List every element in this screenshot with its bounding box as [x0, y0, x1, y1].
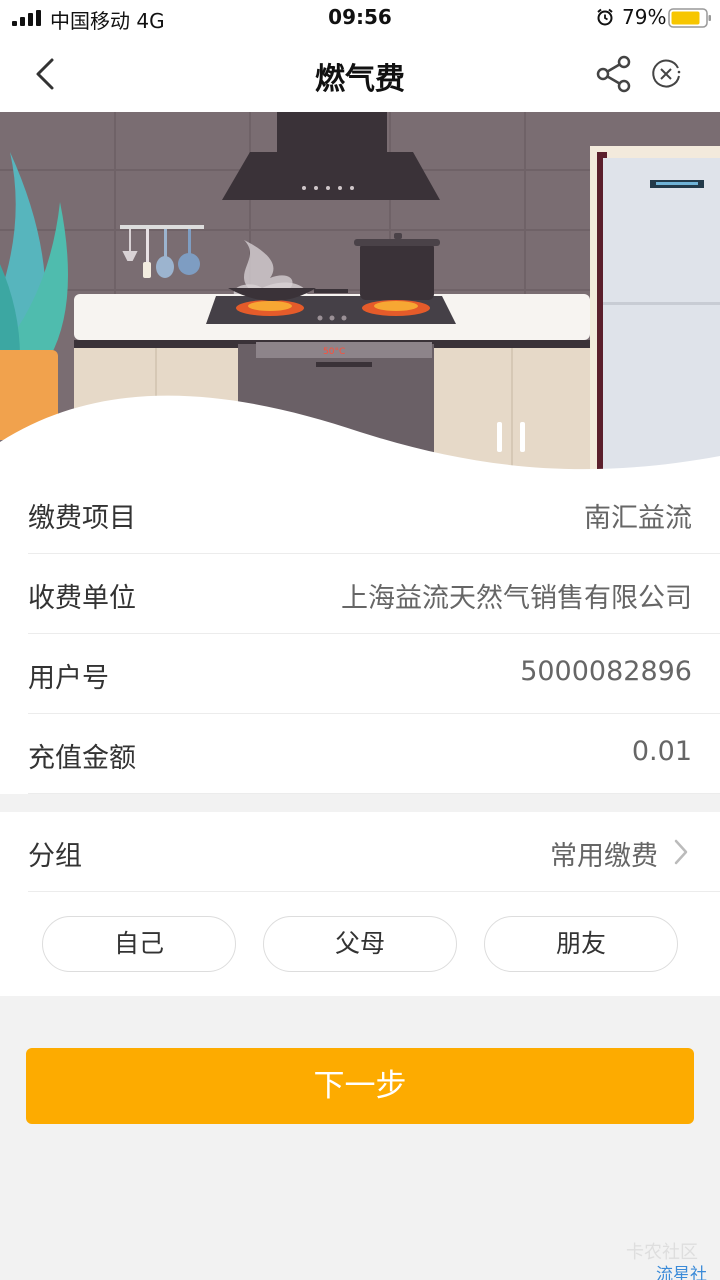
share-icon[interactable]	[594, 54, 634, 94]
row-label: 缴费项目	[28, 503, 136, 534]
payment-info: 缴费项目 南汇益流 收费单位 上海益流天然气销售有限公司 用户号 5000082…	[0, 474, 720, 794]
next-step-button[interactable]: 下一步	[26, 1048, 694, 1124]
row-label: 充值金额	[28, 743, 136, 774]
group-section: 分组 常用缴费 自己 父母 朋友	[0, 812, 720, 996]
status-bar: 中国移动 4G 09:56 79%	[0, 0, 720, 36]
battery-icon	[668, 8, 711, 28]
row-value: 上海益流天然气销售有限公司	[341, 583, 692, 614]
row-value: 5000082896	[520, 656, 692, 687]
recharge-amount-row: 充值金额 0.01	[28, 714, 720, 794]
group-chip-self[interactable]: 自己	[42, 916, 236, 972]
chevron-right-icon	[674, 839, 688, 865]
kitchen-banner: 50°C	[0, 112, 720, 480]
group-label: 分组	[28, 841, 82, 872]
row-value: 南汇益流	[584, 503, 692, 534]
kitchen-illustration: 50°C	[0, 112, 720, 480]
close-icon[interactable]	[648, 56, 684, 92]
alarm-icon	[597, 8, 613, 26]
payment-item-row: 缴费项目 南汇益流	[28, 474, 720, 554]
oven-display: 50°C	[323, 347, 345, 357]
group-selector[interactable]: 分组 常用缴费	[28, 812, 720, 892]
watermark-link: 流星社区	[656, 1265, 707, 1280]
group-chip-parents[interactable]: 父母	[263, 916, 457, 972]
row-label: 用户号	[28, 663, 109, 694]
nav-bar: 燃气费	[0, 36, 720, 112]
row-label: 收费单位	[28, 583, 136, 614]
group-chip-friends[interactable]: 朋友	[484, 916, 678, 972]
billing-company-row: 收费单位 上海益流天然气销售有限公司	[28, 554, 720, 634]
row-value: 0.01	[631, 736, 692, 767]
group-value: 常用缴费	[550, 841, 658, 872]
account-number-row: 用户号 5000082896	[28, 634, 720, 714]
battery-percentage: 79%	[622, 5, 667, 29]
